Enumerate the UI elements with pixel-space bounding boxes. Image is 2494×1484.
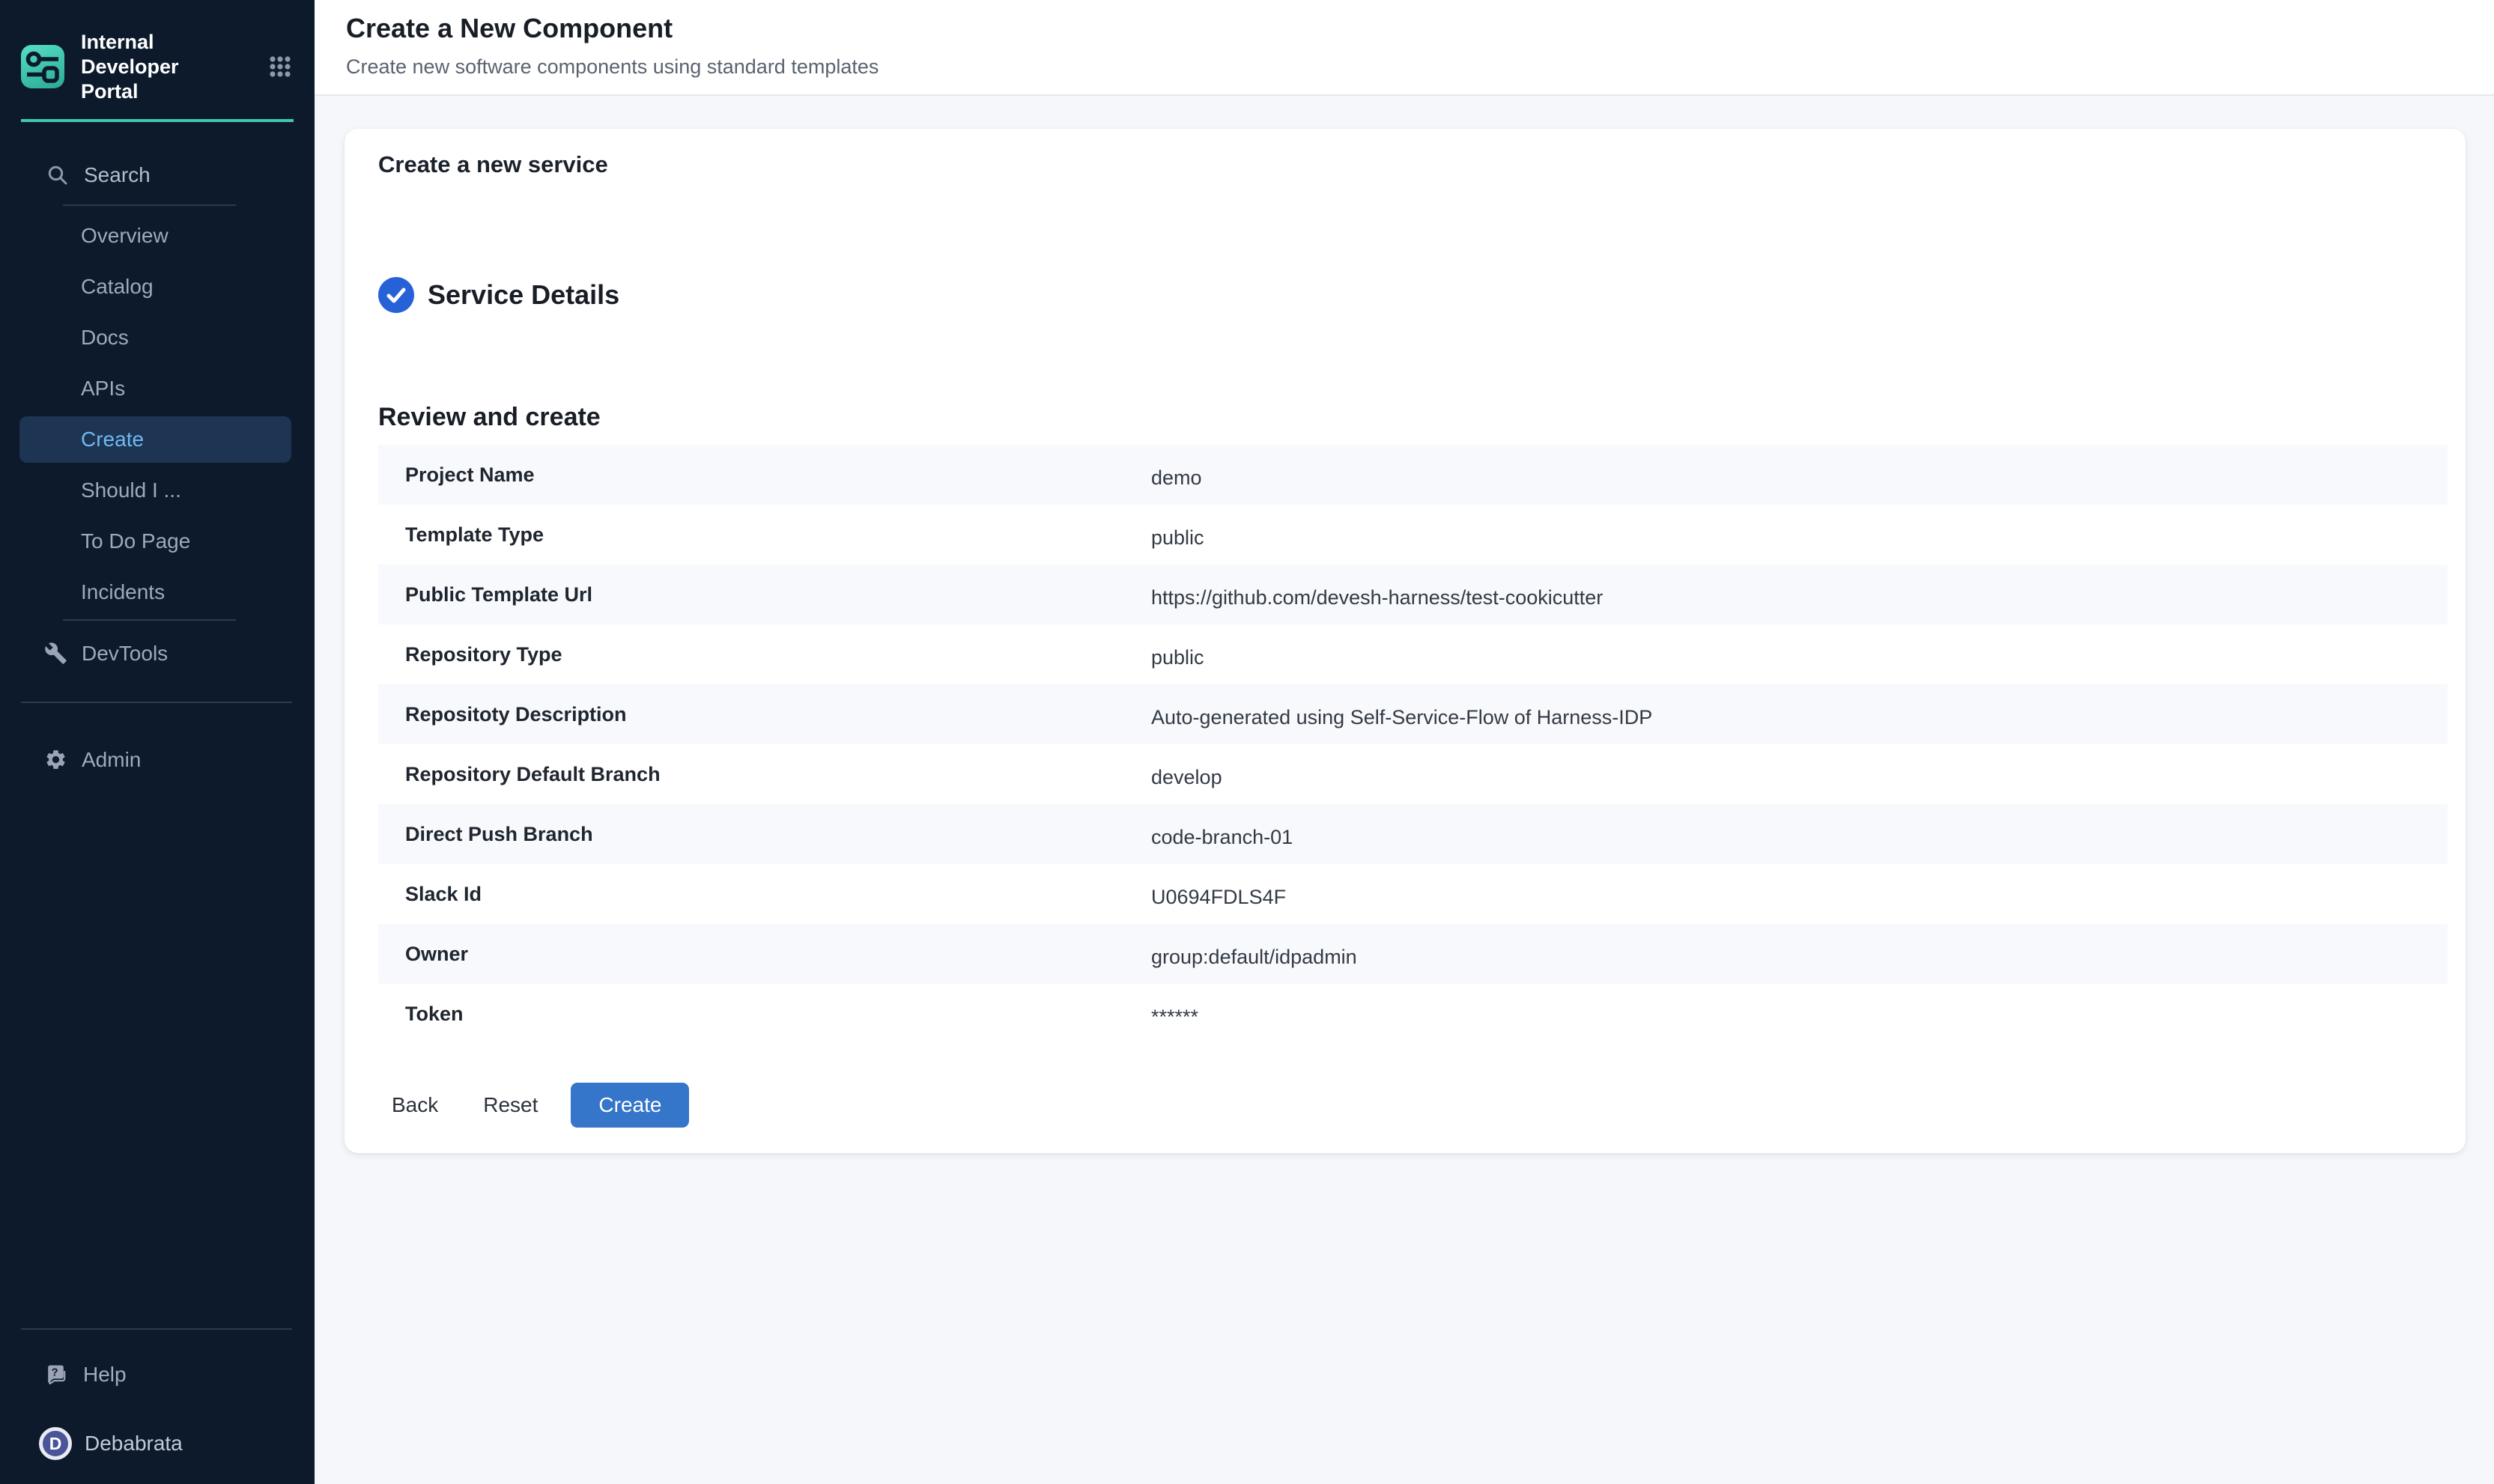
page-title: Create a New Component — [346, 10, 2464, 46]
table-row: Template Type public — [378, 505, 2448, 565]
app-title: Internal Developer Portal — [81, 30, 231, 104]
sidebar-item-label: APIs — [81, 377, 125, 401]
workflow-logo-icon — [21, 45, 64, 88]
card-title: Create a new service — [378, 150, 2448, 180]
sidebar: Internal Developer Portal Search Overvie… — [0, 0, 315, 1484]
row-label: Repository Type — [405, 643, 1151, 666]
sidebar-item-label: Docs — [81, 326, 129, 350]
sidebar-item-label: Create — [81, 428, 144, 451]
step-check-icon — [378, 277, 414, 313]
row-value: public — [1151, 646, 2448, 669]
table-row: Direct Push Branch code-branch-01 — [378, 804, 2448, 864]
sidebar-divider — [63, 619, 236, 621]
sidebar-divider — [21, 702, 292, 703]
sidebar-item-to-do-page[interactable]: To Do Page — [0, 516, 315, 567]
row-label: Token — [405, 1003, 1151, 1026]
main-content: Create a New Component Create new softwa… — [315, 0, 2494, 1484]
sidebar-divider — [21, 1328, 292, 1330]
sidebar-spacer — [0, 785, 315, 1328]
stepper-step-service-details[interactable]: Service Details — [378, 277, 2448, 313]
row-label: Repositoty Description — [405, 703, 1151, 726]
sidebar-divider — [63, 204, 236, 206]
reset-button[interactable]: Reset — [470, 1083, 551, 1128]
sidebar-item-docs[interactable]: Docs — [0, 312, 315, 363]
table-row: Owner group:default/idpadmin — [378, 924, 2448, 984]
table-row: Token ****** — [378, 984, 2448, 1044]
step-label: Service Details — [428, 279, 619, 311]
sidebar-item-devtools[interactable]: DevTools — [0, 628, 315, 679]
search-label: Search — [84, 163, 151, 187]
user-menu[interactable]: D Debabrata — [0, 1415, 315, 1472]
table-row: Public Template Url https://github.com/d… — [378, 565, 2448, 624]
row-value: https://github.com/devesh-harness/test-c… — [1151, 586, 2448, 609]
help-icon: ? — [43, 1363, 68, 1387]
table-row: Repositoty Description Auto-generated us… — [378, 684, 2448, 744]
help-label: Help — [83, 1363, 127, 1387]
row-label: Slack Id — [405, 883, 1151, 906]
sidebar-item-label: Incidents — [81, 580, 165, 604]
sidebar-item-label: Admin — [82, 748, 141, 772]
row-label: Public Template Url — [405, 583, 1151, 606]
sidebar-item-should-i[interactable]: Should I ... — [0, 465, 315, 516]
row-value: Auto-generated using Self-Service-Flow o… — [1151, 706, 2448, 729]
sidebar-item-catalog[interactable]: Catalog — [0, 261, 315, 312]
sidebar-item-label: DevTools — [82, 642, 168, 666]
table-row: Project Name demo — [378, 445, 2448, 505]
content-area: Create a new service Service Details Rev… — [315, 96, 2494, 1484]
row-value: code-branch-01 — [1151, 826, 2448, 849]
table-row: Repository Default Branch develop — [378, 744, 2448, 804]
row-label: Direct Push Branch — [405, 823, 1151, 846]
sidebar-nav: Overview Catalog Docs APIs Create Should… — [0, 210, 315, 618]
row-value: group:default/idpadmin — [1151, 946, 2448, 969]
row-value: public — [1151, 526, 2448, 550]
help-question-glyph: ? — [52, 1366, 58, 1378]
sidebar-item-label: To Do Page — [81, 529, 190, 553]
sidebar-logo-row: Internal Developer Portal — [21, 0, 294, 122]
sidebar-item-label: Overview — [81, 224, 169, 248]
sidebar-item-admin[interactable]: Admin — [0, 735, 315, 785]
review-title: Review and create — [378, 401, 2448, 434]
search-icon — [46, 164, 69, 186]
user-name: Debabrata — [85, 1432, 183, 1456]
sidebar-item-help[interactable]: ? Help — [0, 1349, 315, 1400]
row-value: ****** — [1151, 1006, 2448, 1029]
sidebar-item-label: Catalog — [81, 275, 154, 299]
row-label: Owner — [405, 943, 1151, 966]
row-value: develop — [1151, 766, 2448, 789]
avatar: D — [39, 1427, 72, 1460]
row-value: U0694FDLS4F — [1151, 886, 2448, 909]
sidebar-item-label: Should I ... — [81, 478, 181, 502]
sidebar-item-apis[interactable]: APIs — [0, 363, 315, 414]
row-label: Project Name — [405, 463, 1151, 487]
avatar-initial: D — [49, 1434, 62, 1454]
table-row: Repository Type public — [378, 624, 2448, 684]
gear-icon — [44, 748, 67, 771]
page-subtitle: Create new software components using sta… — [346, 54, 2464, 79]
apps-grid-icon[interactable] — [268, 55, 292, 79]
wrench-icon — [44, 642, 67, 665]
sidebar-item-create[interactable]: Create — [19, 416, 291, 463]
create-button[interactable]: Create — [571, 1083, 689, 1128]
row-label: Repository Default Branch — [405, 763, 1151, 786]
row-value: demo — [1151, 466, 2448, 490]
page-header: Create a New Component Create new softwa… — [315, 0, 2494, 96]
back-button[interactable]: Back — [378, 1083, 452, 1128]
sidebar-item-incidents[interactable]: Incidents — [0, 567, 315, 618]
sidebar-item-overview[interactable]: Overview — [0, 210, 315, 261]
table-row: Slack Id U0694FDLS4F — [378, 864, 2448, 924]
sidebar-search[interactable]: Search — [0, 159, 315, 191]
create-service-card: Create a new service Service Details Rev… — [345, 129, 2466, 1153]
form-actions: Back Reset Create — [378, 1083, 2448, 1128]
review-table: Project Name demo Template Type public P… — [378, 445, 2448, 1044]
row-label: Template Type — [405, 523, 1151, 547]
app-logo[interactable] — [21, 45, 64, 88]
